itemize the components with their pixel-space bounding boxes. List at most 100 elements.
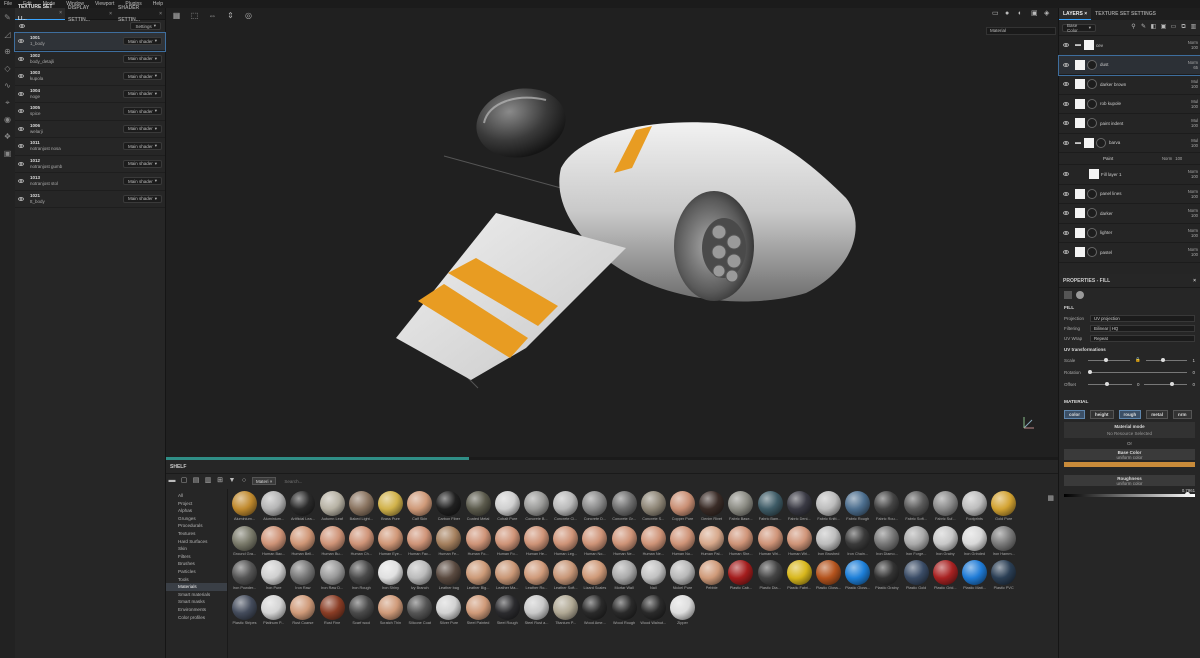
material-thumbnail[interactable]: Plastic Gold [902, 560, 931, 593]
uvwrap-dropdown[interactable]: Repeat [1090, 334, 1195, 342]
material-thumbnail[interactable]: Iron Powder... [230, 560, 259, 593]
material-thumbnail[interactable]: Plastic Grainy [872, 560, 901, 593]
material-thumbnail[interactable]: Fabric Deni... [785, 491, 814, 524]
eye-icon[interactable] [18, 56, 24, 61]
material-thumbnail[interactable]: Baked Light... [347, 491, 376, 524]
material-thumbnail[interactable]: Human No... [580, 525, 609, 559]
channel-toggle-metal[interactable]: metal [1146, 410, 1169, 419]
shelf-category-brushes[interactable]: Brushes [166, 560, 227, 568]
material-thumbnail[interactable]: Lizard Scales [580, 560, 609, 593]
material-thumbnail[interactable]: Fabric Suf... [931, 491, 960, 524]
eye-icon[interactable] [18, 74, 24, 79]
material-thumbnail[interactable]: Human Ne... [639, 525, 668, 559]
layer-row[interactable]: darker brown Mul 100 [1059, 75, 1200, 95]
geometry-mask-icon[interactable]: ◇ [3, 64, 12, 73]
material-thumbnail[interactable]: Concrete D... [580, 491, 609, 524]
material-thumbnail[interactable]: Human No... [668, 525, 697, 559]
offset-value-y[interactable]: 0 [1192, 382, 1195, 387]
material-thumbnail[interactable]: Mortar Wall [610, 560, 639, 593]
layer-opacity[interactable]: 100 [1178, 45, 1198, 50]
menu-item-file[interactable]: File [4, 1, 12, 7]
shelf-category-textures[interactable]: Textures [166, 530, 227, 538]
material-thumbnail[interactable]: Human Pal... [697, 525, 726, 559]
layer-row[interactable]: ▬ cev Norm 100 [1059, 36, 1200, 56]
roughness-slider-handle[interactable] [1184, 492, 1190, 497]
channel-toggle-rough[interactable]: rough [1118, 410, 1142, 419]
close-icon[interactable]: × [59, 7, 62, 19]
material-thumbnail[interactable]: Iron Shiny [376, 560, 405, 593]
layer-opacity[interactable]: 100 [1178, 252, 1198, 257]
shelf-category-filters[interactable]: Filters [166, 553, 227, 561]
material-thumbnail[interactable]: Human He... [522, 525, 551, 559]
shader-dropdown[interactable]: Main shader ▾ [122, 142, 162, 151]
material-thumbnail[interactable]: Brass Pure [376, 491, 405, 524]
scale-slider[interactable] [1088, 357, 1130, 362]
material-thumbnail[interactable]: Human She... [726, 525, 755, 559]
shelf-category-project[interactable]: Project [166, 500, 227, 508]
material-thumbnail[interactable]: Human Bell... [288, 525, 317, 559]
projection-icon[interactable]: ⊕ [3, 47, 12, 56]
layer-opacity[interactable]: 100 [1178, 84, 1198, 89]
material-thumbnail[interactable]: Fabric Rough [843, 491, 872, 524]
close-icon[interactable]: × [1193, 278, 1196, 284]
material-thumbnail[interactable]: Gold Pure [989, 491, 1018, 524]
offset-slider-2[interactable] [1143, 381, 1188, 386]
channel-dropdown[interactable]: Base Color ▾ [1062, 23, 1096, 33]
shelf-category-procedurals[interactable]: Procedurals [166, 522, 227, 530]
material-thumbnail[interactable]: Iron Grainy [931, 525, 960, 559]
delete-icon[interactable]: ▥ [1190, 24, 1197, 31]
material-thumbnail[interactable]: Leather Ro... [522, 560, 551, 593]
layer-row[interactable]: dust Norm 65 [1058, 54, 1200, 76]
material-thumbnail[interactable]: Plastic Fabri... [785, 560, 814, 593]
material-thumbnail[interactable]: Iron Chain... [843, 525, 872, 559]
material-thumbnail[interactable]: Plastic Matt... [960, 560, 989, 593]
shelf-category-tools[interactable]: Tools [166, 576, 227, 584]
tab-1[interactable]: DISPLAY SETTIN... × [65, 5, 115, 23]
material-thumbnail[interactable]: Calf Skin [405, 491, 434, 524]
material-thumbnail[interactable]: Plastic Grid... [931, 560, 960, 593]
material-thumbnail[interactable]: Leather Ma... [493, 560, 522, 593]
eye-icon[interactable] [18, 196, 24, 201]
tab-0[interactable]: TEXTURE SET LI... × [15, 4, 65, 22]
shelf-category-all[interactable]: All [166, 492, 227, 500]
material-thumbnail[interactable]: Fabric Base... [726, 491, 755, 524]
eye-icon[interactable] [1063, 62, 1069, 67]
layer-row[interactable]: rob kupole Mul 100 [1059, 95, 1200, 114]
roughness-block[interactable]: Roughness uniform color [1064, 475, 1195, 486]
thumbnail-size-icon[interactable]: ▦ [1047, 494, 1054, 502]
material-thumbnail[interactable]: Iron Diamo... [872, 525, 901, 559]
texture-set-row[interactable]: 1003 kupola Main shader ▾ [15, 68, 165, 86]
material-thumbnail[interactable]: Iron Hamm... [989, 525, 1018, 559]
material-thumbnail[interactable]: Leather bag [434, 560, 463, 593]
add-folder-icon[interactable]: ▭ [1170, 24, 1177, 31]
close-icon[interactable]: × [270, 479, 273, 484]
material-thumbnail[interactable]: Fabric Bam... [756, 491, 785, 524]
material-tab-icon[interactable] [1076, 291, 1084, 299]
material-thumbnail[interactable]: Human Ch... [347, 525, 376, 559]
material-thumbnail[interactable]: Iron Raw D... [318, 560, 347, 593]
shader-dropdown[interactable]: Main shader ▾ [122, 37, 162, 46]
eye-icon[interactable] [18, 161, 24, 166]
shelf-category-smart-masks[interactable]: Smart masks [166, 598, 227, 606]
folder-icon[interactable]: ▬ [168, 477, 176, 485]
material-thumbnail[interactable]: Human Fac... [405, 525, 434, 559]
material-thumbnail[interactable]: Human Wri... [785, 525, 814, 559]
material-thumbnail[interactable]: Silver Pure [434, 594, 463, 628]
material-thumbnail[interactable]: Scarf wool [347, 594, 376, 628]
scale-slider-2[interactable] [1145, 357, 1188, 362]
layer-row[interactable]: lighter Norm 100 [1059, 224, 1200, 243]
material-thumbnail[interactable]: Nickel Pure [668, 560, 697, 593]
material-thumbnail[interactable]: Nail [639, 560, 668, 593]
material-thumbnail[interactable]: Iron Brushed [814, 525, 843, 559]
layers-tab-1[interactable]: TEXTURE SET SETTINGS [1091, 8, 1160, 20]
rotation-value[interactable]: 0 [1192, 370, 1195, 375]
shader-dropdown[interactable]: Main shader ▾ [122, 89, 162, 98]
filter-icon[interactable]: ▼ [228, 477, 236, 485]
close-icon[interactable]: × [109, 8, 112, 20]
eye-icon[interactable] [1063, 82, 1069, 87]
texture-set-row[interactable]: 1005 spice Main shader ▾ [15, 103, 165, 121]
material-thumbnail[interactable]: Steel Rust a... [522, 594, 551, 628]
channel-toggle-nrm[interactable]: nrm [1173, 410, 1192, 419]
texture-set-row[interactable]: 1021 tt_body Main shader ▾ [15, 191, 165, 208]
texture-set-row[interactable]: 1004 noge Main shader ▾ [15, 86, 165, 103]
